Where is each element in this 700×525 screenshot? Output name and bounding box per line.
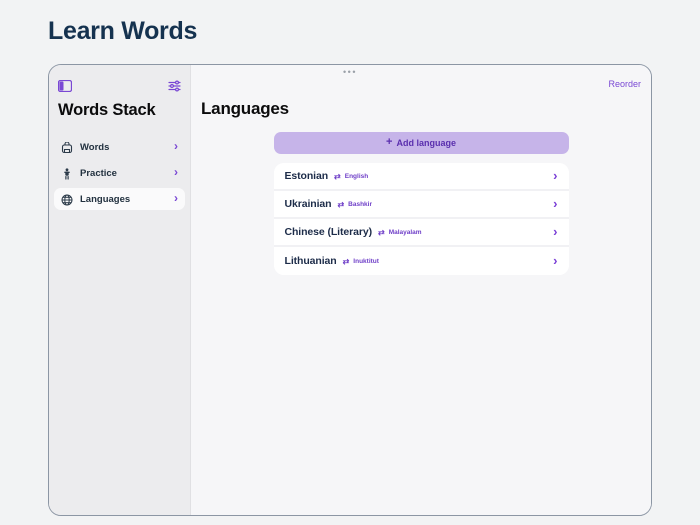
sidebar-toolbar	[54, 77, 185, 95]
add-language-button[interactable]: + Add language	[274, 132, 569, 154]
sidebar-title: Words Stack	[54, 101, 185, 120]
language-list: Estonian ⇄ English › Ukrainian ⇄ Bashkir…	[274, 163, 569, 275]
sidebar-item-words[interactable]: Words ›	[54, 136, 185, 158]
language-translation: Bashkir	[348, 201, 553, 208]
plus-icon: +	[386, 137, 392, 149]
app-window: ••• Words Stack	[48, 64, 652, 516]
language-translation: Malayalam	[389, 229, 553, 236]
language-name: Ukrainian	[285, 198, 332, 210]
sidebar-item-label: Words	[80, 142, 174, 153]
figure-icon	[61, 167, 73, 179]
language-row[interactable]: Chinese (Literary) ⇄ Malayalam ›	[274, 219, 569, 247]
main-title: Languages	[191, 99, 651, 119]
translate-arrows-icon: ⇄	[378, 228, 385, 237]
chevron-right-icon: ›	[553, 254, 557, 269]
language-translation: Inuktitut	[353, 258, 553, 265]
sidebar-item-practice[interactable]: Practice ›	[54, 162, 185, 184]
window-drag-handle[interactable]: •••	[343, 67, 357, 77]
sidebar-item-languages[interactable]: Languages ›	[54, 188, 185, 210]
language-name: Chinese (Literary)	[285, 226, 372, 238]
main-panel: Reorder Languages + Add language Estonia…	[191, 65, 651, 515]
translate-arrows-icon: ⇄	[334, 172, 341, 181]
chevron-right-icon: ›	[174, 192, 178, 206]
language-name: Lithuanian	[285, 255, 337, 267]
reorder-button[interactable]: Reorder	[608, 79, 641, 89]
sidebar-item-label: Languages	[80, 194, 174, 205]
sliders-icon[interactable]	[168, 80, 181, 92]
add-language-label: Add language	[396, 138, 456, 148]
language-row[interactable]: Lithuanian ⇄ Inuktitut ›	[274, 247, 569, 275]
chevron-right-icon: ›	[553, 169, 557, 184]
language-name: Estonian	[285, 170, 329, 182]
chevron-right-icon: ›	[174, 166, 178, 180]
sidebar-item-label: Practice	[80, 168, 174, 179]
language-row[interactable]: Estonian ⇄ English ›	[274, 163, 569, 191]
chevron-right-icon: ›	[174, 140, 178, 154]
sidebar-toggle-icon[interactable]	[58, 80, 72, 92]
page-title: Learn Words	[48, 17, 197, 46]
translate-arrows-icon: ⇄	[337, 200, 344, 209]
sidebar-nav: Words › Practice ›	[54, 136, 185, 210]
language-row[interactable]: Ukrainian ⇄ Bashkir ›	[274, 191, 569, 219]
languages-content: + Add language Estonian ⇄ English › Ukra…	[274, 132, 569, 275]
language-translation: English	[345, 173, 553, 180]
backpack-icon	[61, 141, 73, 153]
globe-icon	[61, 193, 73, 205]
chevron-right-icon: ›	[553, 225, 557, 240]
chevron-right-icon: ›	[553, 197, 557, 212]
translate-arrows-icon: ⇄	[343, 257, 350, 266]
sidebar: Words Stack Words ›	[49, 65, 191, 515]
